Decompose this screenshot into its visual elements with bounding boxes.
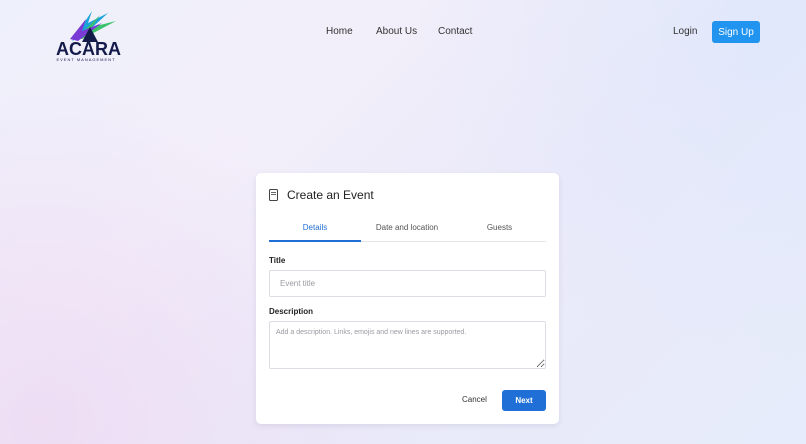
- tab-details[interactable]: Details: [269, 223, 361, 242]
- brand-logo[interactable]: ACARA EVENT MANAGEMENT: [54, 9, 121, 62]
- title-label: Title: [269, 256, 286, 265]
- nav-contact[interactable]: Contact: [438, 26, 472, 40]
- nav-about-us[interactable]: About Us: [376, 26, 417, 40]
- document-icon: [269, 189, 278, 201]
- title-input[interactable]: [269, 270, 546, 297]
- login-link[interactable]: Login: [673, 26, 697, 37]
- nav-home[interactable]: Home: [326, 26, 353, 40]
- tab-guests[interactable]: Guests: [453, 223, 546, 242]
- acara-logo-icon: [70, 11, 116, 42]
- card-title: Create an Event: [287, 188, 374, 202]
- form-tabs: Details Date and location Guests: [269, 218, 546, 242]
- card-header: Create an Event: [269, 188, 374, 202]
- site-header: ACARA EVENT MANAGEMENT Home About Us Con…: [0, 0, 806, 64]
- brand-tagline: EVENT MANAGEMENT: [56, 57, 116, 62]
- signup-button[interactable]: Sign Up: [712, 21, 760, 43]
- next-button[interactable]: Next: [502, 390, 546, 411]
- create-event-card: Create an Event Details Date and locatio…: [256, 173, 559, 424]
- description-label: Description: [269, 307, 314, 316]
- tab-date-and-location[interactable]: Date and location: [361, 223, 453, 242]
- description-textarea[interactable]: [269, 321, 546, 369]
- cancel-button[interactable]: Cancel: [462, 395, 487, 404]
